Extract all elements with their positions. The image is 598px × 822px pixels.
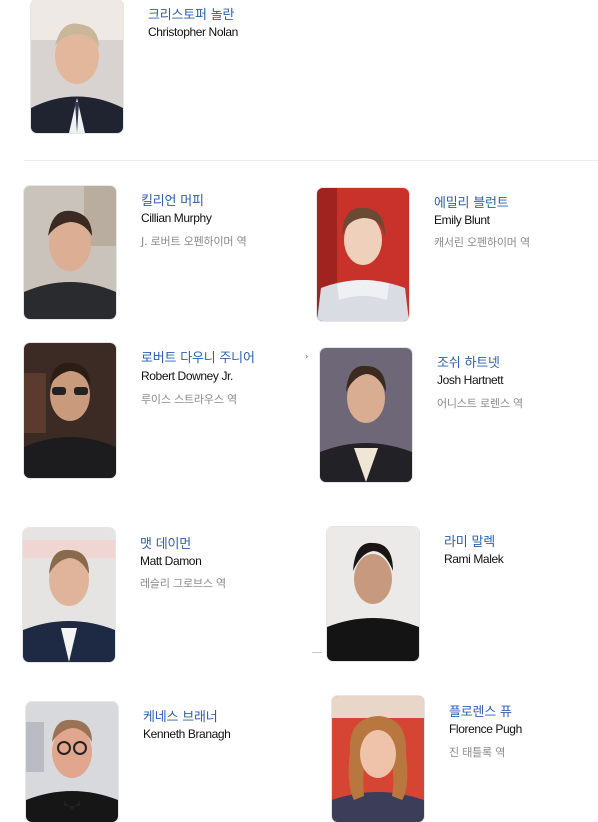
cast-name-en: Kenneth Branagh [143,727,231,741]
cast-name-en: Florence Pugh [449,722,522,736]
director-name-ko[interactable]: 크리스토퍼 놀란 [148,4,234,23]
cast-name-ko[interactable]: 로버트 다우니 주니어 [141,347,263,366]
cast-role: 캐서린 오펜하이머 역 [434,236,530,249]
cast-name-en: Robert Downey Jr. [141,369,233,383]
cast-role: 진 태틀록 역 [449,746,506,759]
cast-name-ko[interactable]: 조쉬 하트넷 [437,352,500,371]
director-name-en: Christopher Nolan [148,25,238,39]
cast-role: 어니스트 로렌스 역 [437,397,523,410]
section-divider [24,160,598,161]
cast-photo[interactable] [26,702,118,822]
cast-name-ko[interactable]: 에밀리 블런트 [434,192,509,211]
more-arrow-icon[interactable]: › [305,352,308,361]
cast-name-ko[interactable]: 킬리언 머피 [141,190,204,209]
cast-role: J. 로버트 오펜하이머 역 [141,235,247,248]
placeholder-line [312,652,322,653]
cast-role: 레슬리 그로브스 역 [140,577,226,590]
cast-name-en: Rami Malek [444,552,504,566]
cast-name-ko[interactable]: 맷 데이먼 [140,533,191,552]
cast-photo[interactable] [327,527,419,661]
cast-photo[interactable] [320,348,412,482]
cast-photo[interactable] [24,186,116,319]
director-photo[interactable] [31,0,123,133]
cast-name-en: Matt Damon [140,554,202,568]
cast-role: 루이스 스트라우스 역 [141,393,237,406]
cast-photo[interactable] [332,696,424,822]
cast-name-ko[interactable]: 라미 말렉 [444,531,495,550]
cast-name-en: Emily Blunt [434,213,490,227]
cast-photo[interactable] [23,528,115,662]
cast-name-en: Cillian Murphy [141,211,212,225]
cast-name-ko[interactable]: 플로렌스 퓨 [449,701,512,720]
cast-photo[interactable] [317,188,409,321]
cast-photo[interactable] [24,343,116,478]
cast-name-en: Josh Hartnett [437,373,504,387]
cast-name-ko[interactable]: 케네스 브래너 [143,706,218,725]
